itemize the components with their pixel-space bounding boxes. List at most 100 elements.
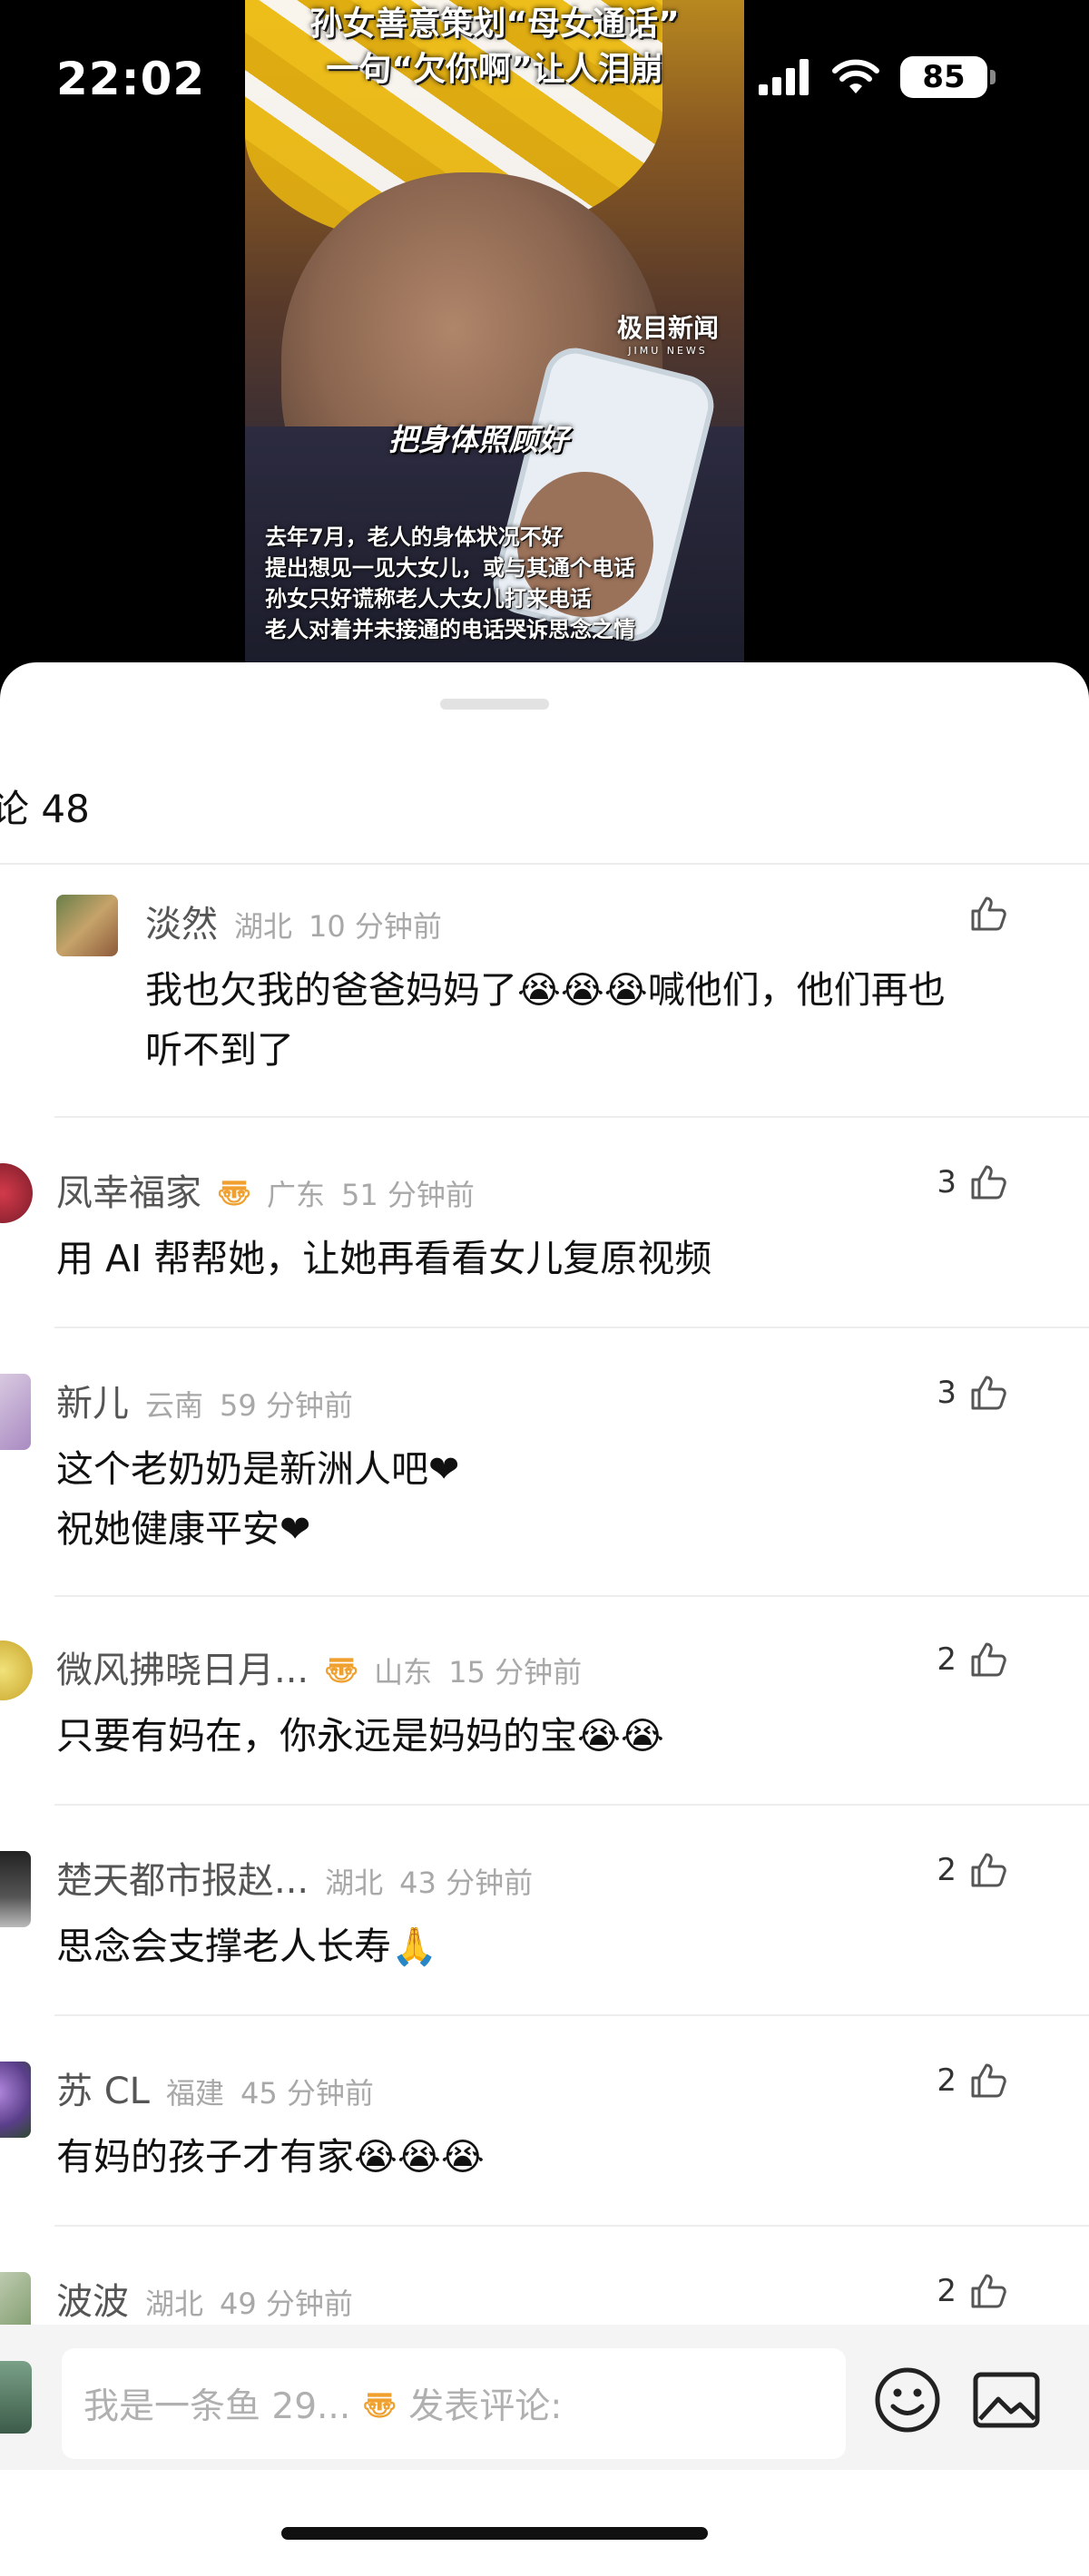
like-button[interactable] (969, 895, 1007, 933)
avatar[interactable] (56, 895, 118, 956)
divider (54, 1116, 1089, 1118)
comment-time: 10 分钟前 (309, 909, 442, 944)
my-avatar[interactable] (0, 2361, 32, 2434)
input-placeholder-user: 我是一条鱼 29... (83, 2386, 351, 2427)
comment-author[interactable]: 凤幸福家 (56, 1163, 201, 1216)
like-count: 3 (937, 1164, 957, 1200)
like-button[interactable]: 3 (937, 1163, 1007, 1201)
video-player[interactable]: 孙女善意策划“母女通话” 一句“欠你啊”让人泪崩 极目新闻 JIMU NEWS … (245, 0, 744, 664)
like-button[interactable]: 2 (937, 1851, 1007, 1889)
avatar[interactable] (0, 1163, 33, 1223)
comment-location: 湖北 (145, 2287, 204, 2321)
comment-text-line: 有妈的孩子才有家😭😭😭 (56, 2135, 485, 2179)
comments-count-title: 论 48 (0, 787, 90, 831)
comments-sheet: 论 48 淡然 湖北 10 分钟前 我也欠我的爸爸妈妈了😭😭😭喊他们，他们再也 … (0, 662, 1089, 2576)
status-time: 22:02 (56, 53, 206, 105)
avatar[interactable] (0, 1641, 33, 1700)
video-logo-text: 极目新闻 (617, 313, 720, 343)
comment-text-line: 听不到了 (145, 1028, 294, 1072)
avatar[interactable] (0, 1374, 31, 1450)
like-button[interactable]: 2 (937, 1641, 1007, 1679)
video-title: 孙女善意策划“母女通话” 一句“欠你啊”让人泪崩 (245, 2, 744, 93)
smiley-icon[interactable] (873, 2365, 942, 2434)
comment-location: 山东 (374, 1655, 433, 1690)
comment-text-line: 思念会支撑老人长寿🙏 (56, 1925, 438, 1968)
comment-time: 59 分钟前 (220, 1388, 353, 1423)
video-line: 去年7月，老人的身体状况不好 (265, 524, 564, 550)
video-area: 22:02 85 孙女善意策划“母女通话” 一句“欠你啊”让人泪崩 极目新闻 J… (0, 0, 1089, 664)
sheet-drag-handle[interactable] (440, 699, 549, 710)
battery-icon: 85 (900, 56, 996, 98)
battery-level: 85 (922, 59, 966, 95)
divider (54, 1595, 1089, 1597)
comment-location: 福建 (165, 2076, 224, 2111)
home-indicator[interactable] (281, 2527, 708, 2540)
divider (54, 2014, 1089, 2016)
comment-author[interactable]: 淡然 (145, 895, 218, 947)
comment-text-line: 用 AI 帮帮她，让她再看看女儿复原视频 (56, 1237, 712, 1280)
like-count: 3 (937, 1375, 957, 1411)
video-caption: 把身体照顾好 (388, 422, 568, 457)
comment-author[interactable]: 楚天都市报赵... (56, 1851, 309, 1904)
comment-author[interactable]: 新儿 (56, 1374, 129, 1426)
thumbs-up-icon (969, 1851, 1007, 1889)
like-count: 2 (937, 1641, 957, 1678)
thumbs-up-icon (969, 1641, 1007, 1679)
thumbs-up-icon (969, 1163, 1007, 1201)
comment-input-bar: 我是一条鱼 29... 〠 发表评论: (0, 2325, 1089, 2470)
comment-author[interactable]: 波波 (56, 2272, 129, 2325)
avatar[interactable] (0, 1851, 31, 1927)
comment-text-line: 这个老奶奶是新洲人吧❤ (56, 1447, 460, 1491)
comment-location: 湖北 (234, 909, 293, 944)
comment-location: 云南 (145, 1388, 204, 1423)
thumbs-up-icon (969, 2272, 1007, 2310)
comment-text-line: 我也欠我的爸爸妈妈了😭😭😭喊他们，他们再也 (145, 968, 946, 1012)
video-logo: 极目新闻 JIMU NEWS (617, 309, 719, 357)
comment-text: 用 AI 帮帮她，让她再看看女儿复原视频 (56, 1229, 711, 1288)
vip-badge-icon: 〠 (218, 1176, 251, 1213)
comment-text: 我也欠我的爸爸妈妈了😭😭😭喊他们，他们再也 听不到了 (145, 960, 946, 1080)
wifi-icon (832, 59, 879, 93)
like-button[interactable]: 2 (937, 2062, 1007, 2100)
divider (54, 1804, 1089, 1806)
status-icons: 85 (759, 56, 996, 98)
comment-location: 湖北 (325, 1866, 384, 1900)
comment-location: 广东 (267, 1178, 326, 1212)
comment-author[interactable]: 微风拂晓日月... (56, 1641, 309, 1693)
input-placeholder-action: 发表评论: (408, 2386, 563, 2427)
video-line: 提出想见一见大女儿，或与其通个电话 (265, 555, 635, 581)
comment-time: 51 分钟前 (341, 1178, 475, 1212)
comment-time: 15 分钟前 (448, 1655, 583, 1690)
video-line: 孙女只好谎称老人大女儿打来电话 (265, 586, 592, 612)
vip-badge-icon: 〠 (325, 1653, 358, 1690)
like-button[interactable]: 2 (937, 2272, 1007, 2310)
avatar[interactable] (0, 2062, 31, 2138)
like-count: 2 (937, 1852, 957, 1888)
comment-input[interactable]: 我是一条鱼 29... 〠 发表评论: (62, 2348, 846, 2459)
comment-text: 有妈的孩子才有家😭😭😭 (56, 2127, 485, 2187)
like-button[interactable]: 3 (937, 1374, 1007, 1412)
divider (54, 1327, 1089, 1328)
comment-time: 45 分钟前 (240, 2076, 374, 2111)
comment-text-line: 祝她健康平安❤ (56, 1507, 311, 1551)
like-count: 2 (937, 2273, 957, 2309)
video-line: 老人对着并未接通的电话哭诉思念之情 (265, 617, 635, 642)
divider (54, 2225, 1089, 2227)
comment-author[interactable]: 苏 CL (56, 2062, 150, 2114)
video-subtitle-lines: 去年7月，老人的身体状况不好 提出想见一见大女儿，或与其通个电话 孙女只好谎称老… (265, 522, 635, 645)
video-logo-sub: JIMU NEWS (628, 345, 708, 357)
signal-icon (759, 59, 809, 95)
comment-text-line: 只要有妈在，你永远是妈妈的宝😭😭 (56, 1714, 664, 1758)
comment-text: 这个老奶奶是新洲人吧❤ 祝她健康平安❤ (56, 1439, 459, 1559)
divider (0, 863, 1089, 865)
comment-time: 49 分钟前 (220, 2287, 353, 2321)
comment-time: 43 分钟前 (399, 1866, 534, 1900)
like-count: 2 (937, 2062, 957, 2099)
comment-text: 只要有妈在，你永远是妈妈的宝😭😭 (56, 1706, 664, 1766)
comment-text: 思念会支撑老人长寿🙏 (56, 1916, 437, 1976)
video-title-line2: 一句“欠你啊”让人泪崩 (326, 51, 663, 88)
video-title-line1: 孙女善意策划“母女通话” (309, 5, 680, 43)
image-icon[interactable] (973, 2372, 1040, 2428)
vip-badge-icon: 〠 (363, 2388, 397, 2425)
thumbs-up-icon (969, 1374, 1007, 1412)
